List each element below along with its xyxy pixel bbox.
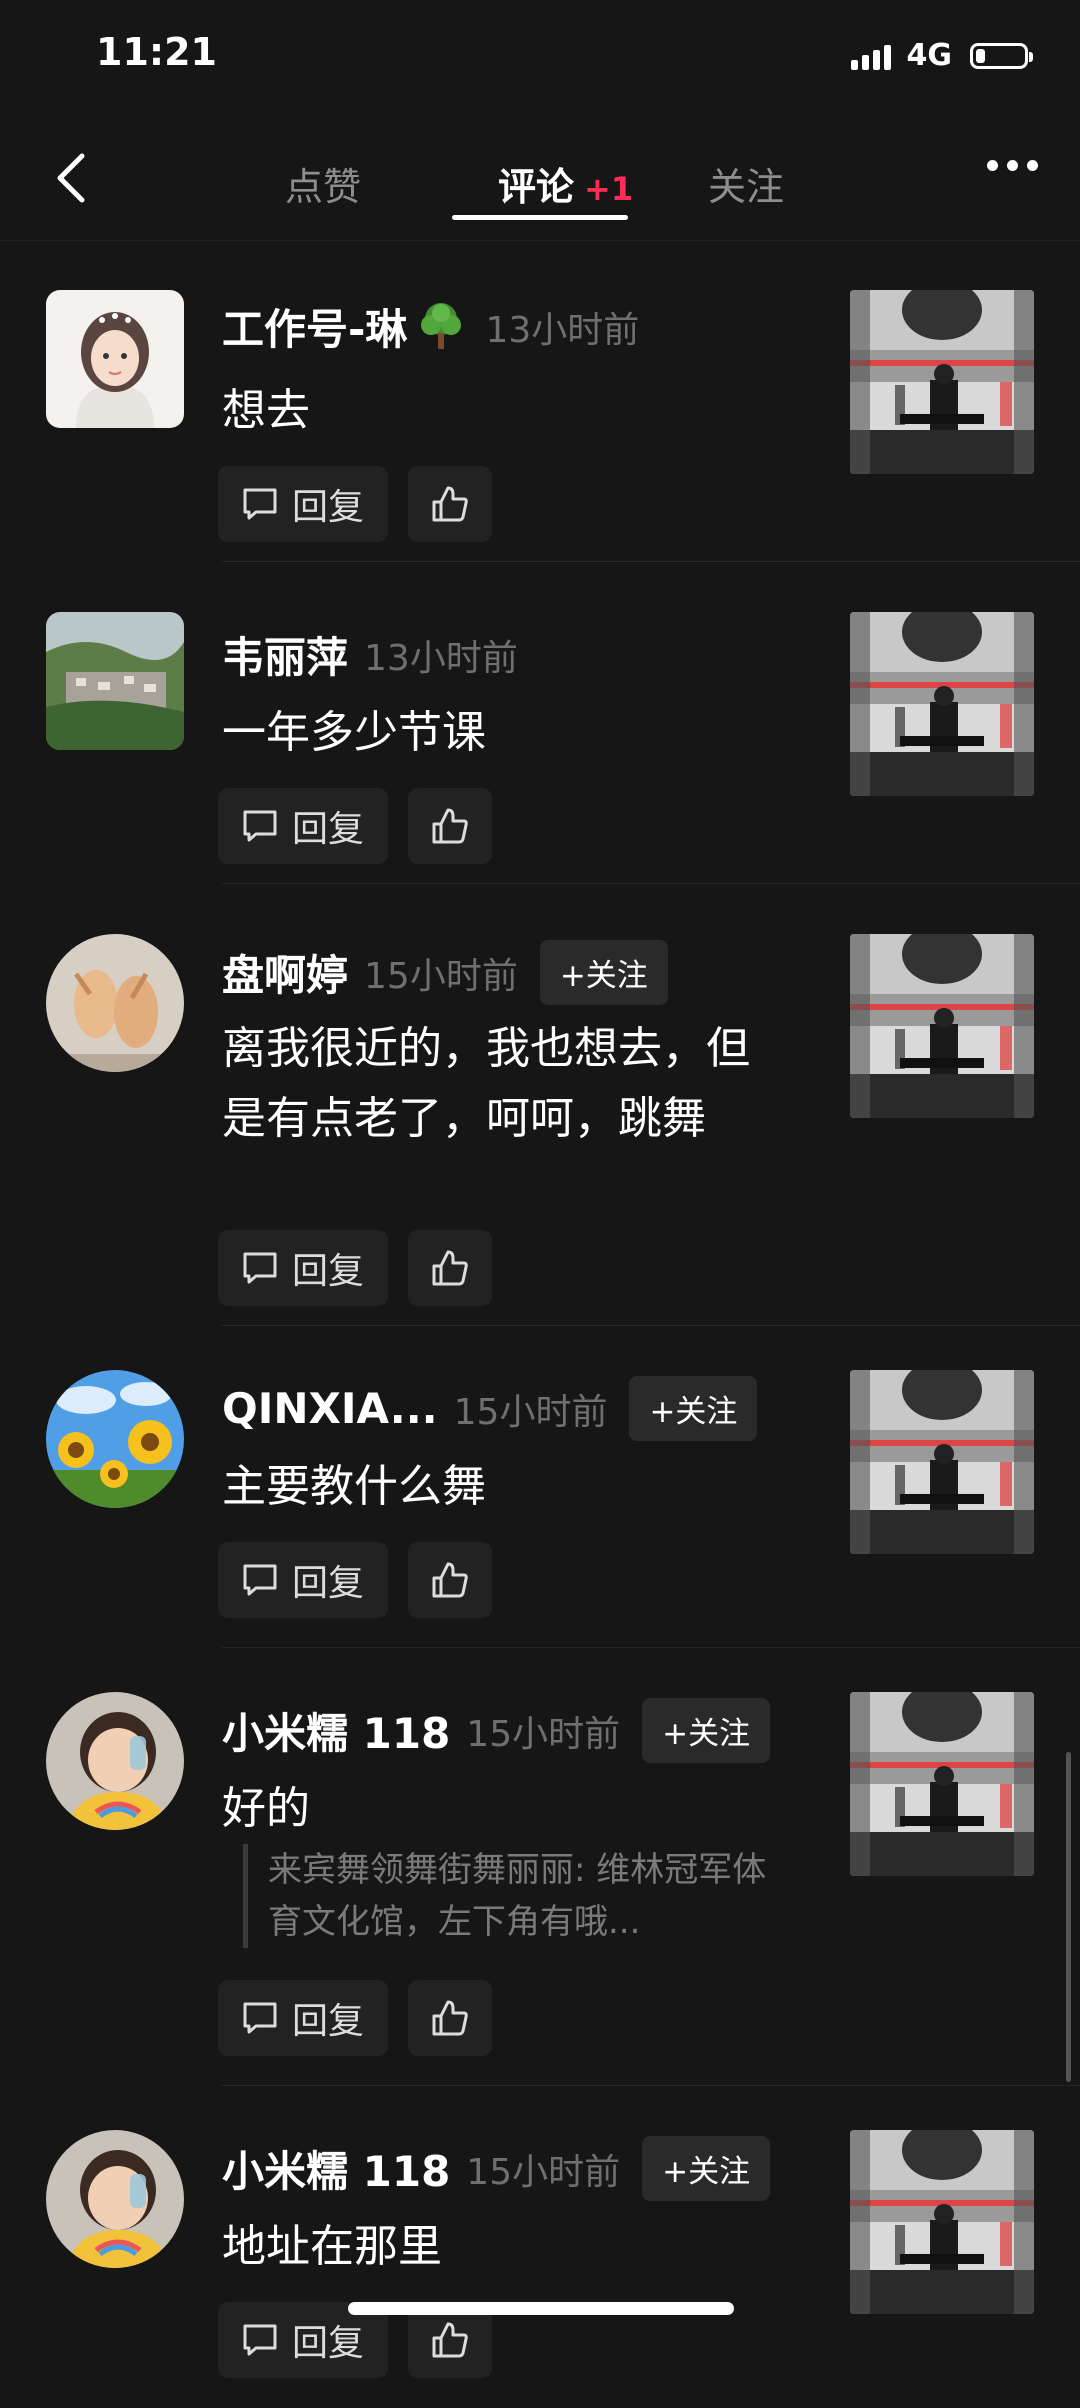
status-bar: 11:21 4G [0,0,1080,120]
video-thumbnail[interactable] [850,290,1034,474]
comment-text: 离我很近的，我也想去，但是有点老了，呵呵，跳舞 [222,1023,750,1144]
reply-button[interactable]: 回复 [218,788,389,864]
comment-time: 13小时前 [364,637,518,679]
thumbs-up-icon [432,1250,468,1286]
reply-button[interactable]: 回复 [218,466,389,542]
battery-icon [970,42,1033,69]
top-nav: 点赞 评论 +1 关注 [0,120,1080,241]
comment-actions: 回复 [218,466,493,542]
comment-item: 小米糯 118 15小时前 +关注 好的 来宾舞领舞街舞丽丽: 维林冠军体育文化… [0,1648,1080,2086]
comment-time: 13小时前 [485,309,640,351]
comment-bubble-icon [243,488,277,520]
comment-time: 15小时前 [364,955,518,997]
scrollbar[interactable] [1066,1752,1071,2082]
comment-item: 小米糯 118 15小时前 +关注 地址在那里 回复 [0,2086,1080,2408]
reply-label: 回复 [292,2001,365,2042]
like-button[interactable] [408,466,493,542]
reply-button[interactable]: 回复 [218,1230,389,1306]
quoted-reply: 来宾舞领舞街舞丽丽: 维林冠军体育文化馆，左下角有哦... [243,1844,788,1948]
comment-bubble-icon [243,1252,277,1284]
reply-label: 回复 [292,487,365,528]
comment-actions: 回复 [218,1230,493,1306]
reply-label: 回复 [292,1251,365,1292]
commenter-name[interactable]: QINXIA... [222,1384,438,1433]
commenter-name[interactable]: 盘啊婷 [222,942,348,1003]
comment-text: 地址在那里 [222,2221,442,2272]
comment-item: 韦丽萍 13小时前 一年多少节课 回复 [0,562,1080,884]
commenter-name[interactable]: 工作号-琳 [222,296,407,357]
reply-label: 回复 [292,2323,365,2364]
avatar[interactable] [46,2130,184,2268]
comment-header: 韦丽萍 13小时前 [222,624,518,685]
avatar[interactable] [46,934,184,1072]
comment-bubble-icon [243,1564,277,1596]
comment-text: 主要教什么舞 [222,1461,486,1512]
commenter-name[interactable]: 韦丽萍 [222,624,348,685]
tab-comments[interactable]: 评论 +1 [498,156,633,211]
comment-time: 15小时前 [466,2151,621,2193]
comment-header: 盘啊婷 15小时前 +关注 [222,940,668,1005]
network-type: 4G [906,38,953,73]
comment-header: 小米糯 118 15小时前 +关注 [222,2136,771,2201]
comment-bubble-icon [243,810,277,842]
video-thumbnail[interactable] [850,612,1034,796]
avatar[interactable] [46,612,184,750]
commenter-name[interactable]: 小米糯 118 [222,1700,450,1761]
thumbs-up-icon [432,808,468,844]
comment-bubble-icon [243,2002,277,2034]
comment-time: 15小时前 [453,1391,608,1433]
active-tab-indicator [452,215,628,220]
comment-item: 工作号-琳 13小时前 想去 回复 [0,240,1080,562]
comment-header: 工作号-琳 13小时前 [222,296,639,357]
video-thumbnail[interactable] [850,934,1034,1118]
comment-actions: 回复 [218,1542,493,1618]
comment-text: 想去 [222,385,310,436]
tab-likes[interactable]: 点赞 [285,156,361,211]
like-button[interactable] [408,1980,493,2056]
tab-comments-badge: +1 [584,170,634,208]
like-button[interactable] [408,1230,493,1306]
comment-text: 一年多少节课 [222,707,486,758]
reply-label: 回复 [292,809,365,850]
follow-button[interactable]: +关注 [642,2136,771,2201]
reply-button[interactable]: 回复 [218,1980,389,2056]
comment-bubble-icon [243,2324,277,2356]
comment-list: 工作号-琳 13小时前 想去 回复 韦丽萍 13小时前 一年多少节课 回复 盘啊… [0,240,1080,2408]
tab-comments-label: 评论 [498,165,575,209]
video-thumbnail[interactable] [850,1370,1034,1554]
avatar[interactable] [46,290,184,428]
follow-button[interactable]: +关注 [539,940,668,1005]
tree-emoji-icon [413,297,469,357]
avatar[interactable] [46,1370,184,1508]
video-thumbnail[interactable] [850,2130,1034,2314]
thumbs-up-icon [432,2000,468,2036]
avatar[interactable] [46,1692,184,1830]
follow-button[interactable]: +关注 [642,1698,771,1763]
thumbs-up-icon [432,486,468,522]
follow-button[interactable]: +关注 [629,1376,758,1441]
thumbs-up-icon [432,1562,468,1598]
comment-item: QINXIA... 15小时前 +关注 主要教什么舞 回复 [0,1326,1080,1648]
reply-button[interactable]: 回复 [218,1542,389,1618]
comment-header: 小米糯 118 15小时前 +关注 [222,1698,771,1763]
more-dots-icon[interactable] [987,160,1038,171]
comment-item: 盘啊婷 15小时前 +关注 离我很近的，我也想去，但是有点老了，呵呵，跳舞 回复 [0,884,1080,1326]
home-indicator[interactable] [348,2302,734,2315]
back-chevron-icon[interactable] [44,148,104,208]
signal-icon [850,42,891,70]
comment-actions: 回复 [218,788,493,864]
tab-follows[interactable]: 关注 [708,156,784,211]
comment-header: QINXIA... 15小时前 +关注 [222,1376,758,1441]
video-thumbnail[interactable] [850,1692,1034,1876]
like-button[interactable] [408,1542,493,1618]
comment-time: 15小时前 [466,1713,621,1755]
commenter-name[interactable]: 小米糯 118 [222,2138,450,2199]
status-time: 11:21 [96,30,217,74]
comment-actions: 回复 [218,1980,493,2056]
thumbs-up-icon [432,2322,468,2358]
reply-label: 回复 [292,1563,365,1604]
status-indicators: 4G [850,38,1033,73]
like-button[interactable] [408,788,493,864]
comment-text: 好的 [222,1783,310,1834]
